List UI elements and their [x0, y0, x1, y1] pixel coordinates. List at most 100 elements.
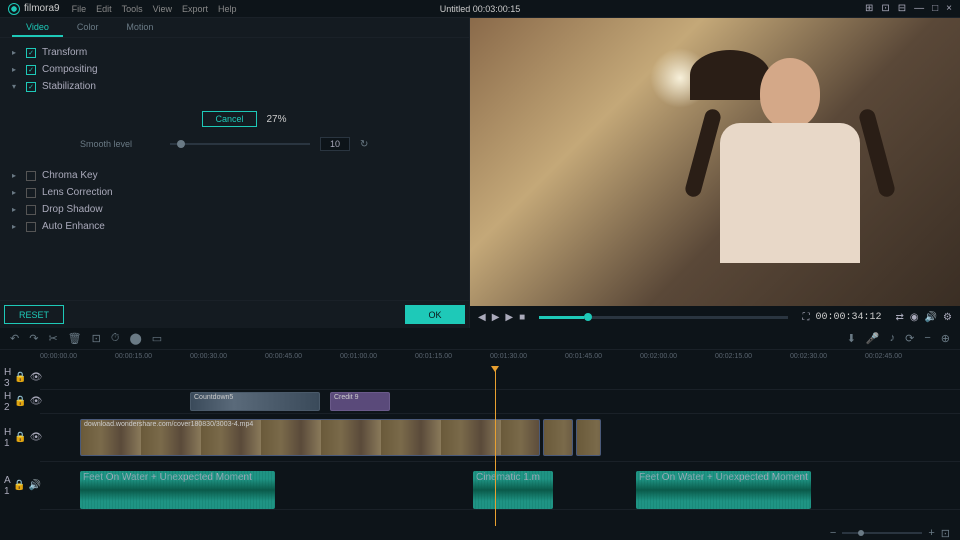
play-icon[interactable]: ▶ [492, 312, 500, 323]
reset-icon[interactable]: ↻ [360, 139, 368, 150]
chevron-right-icon[interactable]: ▸ [12, 222, 20, 231]
ok-button[interactable]: OK [405, 305, 465, 324]
lock-icon[interactable]: 🔒 [13, 480, 25, 491]
clip-audio-1[interactable]: Feet On Water + Unexpected Moment [80, 471, 275, 509]
smooth-value-input[interactable] [320, 137, 350, 151]
slider-thumb[interactable] [177, 140, 185, 148]
zoom-out-icon[interactable]: − [830, 527, 836, 539]
undo-icon[interactable]: ↶ [10, 332, 19, 345]
mixer-icon[interactable]: ♪ [890, 332, 896, 345]
lens-checkbox[interactable] [26, 188, 36, 198]
lock-icon[interactable]: 🔒 [14, 396, 26, 407]
zoom-plus-icon[interactable]: ⊕ [941, 332, 950, 345]
main-menu: File Edit Tools View Export Help [72, 4, 237, 14]
clip-credit[interactable]: Credit 9 [330, 392, 390, 410]
stop-icon[interactable]: ■ [519, 312, 525, 323]
playhead[interactable] [495, 366, 496, 526]
zoom-minus-icon[interactable]: − [924, 332, 930, 345]
prop-lens[interactable]: ▸Lens Correction [12, 184, 457, 201]
eye-icon[interactable]: 👁 [30, 372, 43, 383]
chevron-right-icon[interactable]: ▸ [12, 188, 20, 197]
tab-motion[interactable]: Motion [112, 18, 167, 37]
speaker-icon[interactable]: 🔊 [29, 480, 41, 491]
crop-icon[interactable]: ⊡ [92, 332, 101, 345]
layout3-icon[interactable]: ⊟ [898, 3, 906, 14]
video-preview[interactable] [470, 18, 960, 306]
prop-dropshadow[interactable]: ▸Drop Shadow [12, 201, 457, 218]
autoenhance-checkbox[interactable] [26, 222, 36, 232]
ruler-tick: 00:00:00.00 [40, 353, 77, 360]
chevron-right-icon[interactable]: ▸ [12, 205, 20, 214]
timeline-ruler[interactable]: 00:00:00.00 00:00:15.00 00:00:30.00 00:0… [0, 350, 960, 366]
mic-icon[interactable]: 🎤 [866, 332, 880, 345]
zoom-fit-icon[interactable]: ⊡ [941, 527, 950, 540]
track-h1[interactable]: H 1🔒👁 download.wondershare.com/cover1808… [40, 414, 960, 462]
ruler-tick: 00:00:30.00 [190, 353, 227, 360]
zoom-thumb[interactable] [858, 530, 864, 536]
prop-transform[interactable]: ▸Transform [12, 44, 457, 61]
playback-progress[interactable] [539, 316, 788, 319]
zoom-slider[interactable] [842, 532, 922, 534]
clip-audio-2[interactable]: Cinematic 1.m [473, 471, 553, 509]
volume-icon[interactable]: 🔊 [925, 312, 937, 323]
close-icon[interactable]: × [946, 3, 952, 14]
snapshot-icon[interactable]: ⇄ [895, 312, 903, 323]
chevron-right-icon[interactable]: ▸ [12, 48, 20, 57]
prop-compositing[interactable]: ▸Compositing [12, 61, 457, 78]
cancel-button[interactable]: Cancel [202, 111, 256, 127]
smooth-level-label: Smooth level [80, 139, 160, 149]
zoom-in-icon[interactable]: + [928, 527, 934, 539]
prev-icon[interactable]: ◀ [478, 312, 486, 323]
menu-help[interactable]: Help [218, 4, 237, 14]
greenscreen-icon[interactable]: ▭ [152, 332, 162, 345]
stabilization-checkbox[interactable] [26, 82, 36, 92]
tab-video[interactable]: Video [12, 18, 63, 37]
maximize-icon[interactable]: □ [932, 3, 938, 14]
layout-icon[interactable]: ⊞ [865, 3, 873, 14]
menu-export[interactable]: Export [182, 4, 208, 14]
track-h3[interactable]: H 3🔒👁 [40, 366, 960, 390]
layout2-icon[interactable]: ⊡ [881, 3, 889, 14]
cut-icon[interactable]: ✂ [48, 332, 57, 345]
clip-video-2[interactable] [543, 419, 573, 457]
track-h2[interactable]: H 2🔒👁 Countdown5 Credit 9 [40, 390, 960, 414]
eye-icon[interactable]: 👁 [30, 396, 43, 407]
fullscreen-icon[interactable]: ⛶ [802, 312, 809, 323]
progress-thumb[interactable] [584, 313, 592, 321]
render-icon[interactable]: ⟳ [905, 332, 914, 345]
lock-icon[interactable]: 🔒 [14, 372, 26, 383]
prop-chromakey[interactable]: ▸Chroma Key [12, 167, 457, 184]
chevron-right-icon[interactable]: ▸ [12, 65, 20, 74]
prop-autoenhance[interactable]: ▸Auto Enhance [12, 218, 457, 235]
eye-icon[interactable]: 👁 [30, 432, 43, 443]
clip-audio-3[interactable]: Feet On Water + Unexpected Moment [636, 471, 811, 509]
menu-edit[interactable]: Edit [96, 4, 112, 14]
prop-stabilization[interactable]: ▾Stabilization [12, 78, 457, 95]
dropshadow-checkbox[interactable] [26, 205, 36, 215]
transform-checkbox[interactable] [26, 48, 36, 58]
color-icon[interactable]: ⬤ [129, 332, 141, 345]
quality-icon[interactable]: ◉ [910, 312, 919, 323]
delete-icon[interactable]: 🗑 [68, 332, 82, 345]
speed-icon[interactable]: ⏱ [111, 332, 120, 345]
compositing-checkbox[interactable] [26, 65, 36, 75]
clip-countdown[interactable]: Countdown5 [190, 392, 320, 410]
track-a1[interactable]: A 1🔒🔊 Feet On Water + Unexpected Moment … [40, 462, 960, 510]
redo-icon[interactable]: ↷ [29, 332, 38, 345]
next-icon[interactable]: ▶ [505, 312, 513, 323]
menu-view[interactable]: View [153, 4, 172, 14]
smooth-slider[interactable] [170, 143, 310, 145]
marker-icon[interactable]: ⬇ [847, 332, 856, 345]
tab-color[interactable]: Color [63, 18, 113, 37]
reset-button[interactable]: RESET [4, 305, 64, 324]
chevron-down-icon[interactable]: ▾ [12, 82, 20, 91]
menu-tools[interactable]: Tools [122, 4, 143, 14]
settings-icon[interactable]: ⚙ [943, 312, 952, 323]
lock-icon[interactable]: 🔒 [14, 432, 26, 443]
clip-main-video[interactable]: download.wondershare.com/cover180830/300… [80, 419, 540, 457]
minimize-icon[interactable]: — [914, 3, 924, 14]
chromakey-checkbox[interactable] [26, 171, 36, 181]
chevron-right-icon[interactable]: ▸ [12, 171, 20, 180]
menu-file[interactable]: File [72, 4, 87, 14]
clip-video-3[interactable] [576, 419, 601, 457]
